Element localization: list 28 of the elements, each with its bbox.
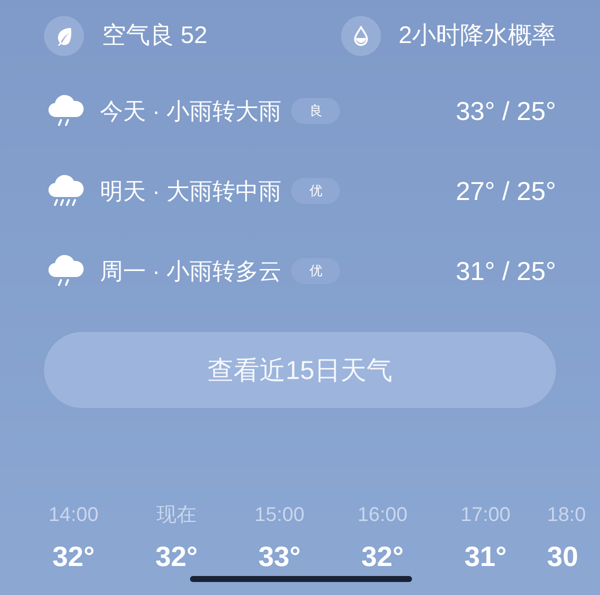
hour-label: 18:0 [547,503,586,528]
water-drop-icon [352,26,369,46]
hour-temperature: 31° [464,540,507,574]
cloud-rain-icon [46,253,86,289]
temperature-range: 33° / 25° [456,94,556,128]
hour-temperature: 33° [258,540,301,574]
hour-temperature: 32° [155,540,198,574]
fifteen-day-forecast-button[interactable]: 查看近15日天气 [44,332,556,408]
hour-label: 17:00 [460,503,511,528]
air-quality-badge: 优 [291,178,340,204]
summary-label: 2小时降水概率 [398,21,556,51]
hour-temperature: 32° [361,540,404,574]
hour-label: 14:00 [48,503,99,528]
air-quality-badge: 优 [291,258,340,284]
hour-temperature: 30 [547,540,578,574]
hour-label: 现在 [156,503,196,528]
day-forecast-label: 明天 · 大雨转中雨 [100,176,282,206]
cloud-rain-icon [46,93,86,129]
hour-label: 15:00 [254,503,305,528]
day-forecast-label: 今天 · 小雨转大雨 [100,96,282,126]
temperature-range: 27° / 25° [456,174,556,208]
cloud-heavy-rain-icon [46,173,86,209]
hour-temperature: 32° [52,540,95,574]
air-quality-badge: 良 [291,98,340,124]
hour-label: 16:00 [357,503,408,528]
summary-label: 空气良 52 [102,21,208,51]
temperature-range: 31° / 25° [456,254,556,288]
day-forecast-label: 周一 · 小雨转多云 [100,256,282,286]
